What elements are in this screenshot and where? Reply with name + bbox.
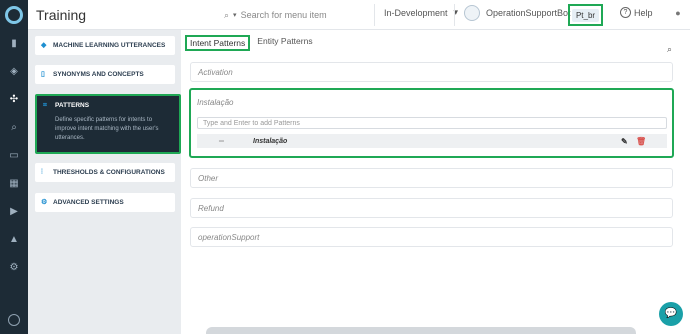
account-icon[interactable] xyxy=(8,314,20,326)
user-icon[interactable]: ● xyxy=(672,7,684,19)
tab-intent-patterns[interactable]: Intent Patterns xyxy=(185,35,251,51)
menu-description: Define specific patterns for intents to … xyxy=(55,117,159,141)
intent-section-instalacao[interactable]: Instalação Type and Enter to add Pattern… xyxy=(189,88,674,158)
menu-label: THRESHOLDS & CONFIGURATIONS xyxy=(53,169,165,176)
patterns-icon: ⌗ xyxy=(43,102,47,109)
bot-name: OperationSupportBot xyxy=(486,8,571,18)
divider xyxy=(374,4,375,26)
ml-icon: ◆ xyxy=(41,42,47,49)
intent-name: Other xyxy=(198,173,219,183)
menu-patterns[interactable]: ⌗ PATTERNS Define specific patterns for … xyxy=(35,94,181,154)
help-button[interactable]: ? Help xyxy=(620,7,653,18)
chat-icon[interactable]: ▭ xyxy=(8,150,20,162)
book-icon: ▯ xyxy=(41,71,45,78)
intent-name: Activation xyxy=(198,67,233,77)
top-bar: Training ⌕ ▾ Search for menu item In-Dev… xyxy=(28,0,690,30)
bot-builder-icon[interactable]: ◈ xyxy=(8,66,20,78)
gear-icon: ⚙ xyxy=(41,199,48,206)
app-root: ▮ ◈ ✣ ⌕ ▭ ▦ ▶ ▲ ⚙ Training ⌕ ▾ Search fo… xyxy=(0,0,690,334)
intent-section-refund[interactable]: Refund xyxy=(190,198,673,218)
menu-label: MACHINE LEARNING UTTERANCES xyxy=(53,42,166,49)
search-icon[interactable]: ⌕ xyxy=(667,44,672,55)
divider xyxy=(454,4,455,26)
intent-name: Instalação xyxy=(197,98,234,107)
drag-handle-icon[interactable]: ═ xyxy=(219,138,224,145)
intent-section-activation[interactable]: Activation xyxy=(190,62,673,82)
menu-label: ADVANCED SETTINGS xyxy=(53,199,124,206)
pattern-text: Instalação xyxy=(253,137,288,145)
sliders-icon: ⫶ xyxy=(41,169,43,176)
intent-section-operationsupport[interactable]: operationSupport xyxy=(190,227,673,247)
menu-search[interactable]: ⌕ ▾ Search for menu item xyxy=(224,7,394,23)
language-selector[interactable]: Pt_br xyxy=(568,4,603,26)
help-label: Help xyxy=(634,7,653,18)
chevron-down-icon: ▾ xyxy=(233,12,237,19)
left-nav-rail: ▮ ◈ ✣ ⌕ ▭ ▦ ▶ ▲ ⚙ xyxy=(0,0,28,334)
environment-label: In-Development xyxy=(384,7,448,18)
menu-advanced-settings[interactable]: ⚙ ADVANCED SETTINGS xyxy=(35,193,175,212)
pattern-row: ═ Instalação ✎ 🗑 xyxy=(197,134,667,148)
chat-bubble-icon[interactable]: 💬 xyxy=(659,302,683,326)
bot-avatar xyxy=(464,5,480,21)
menu-label: PATTERNS xyxy=(55,102,90,109)
delete-icon[interactable]: 🗑 xyxy=(636,137,646,146)
language-label: Pt_br xyxy=(571,8,600,22)
app-logo-icon xyxy=(5,6,23,24)
menu-thresholds[interactable]: ⫶ THRESHOLDS & CONFIGURATIONS xyxy=(35,163,175,182)
help-icon: ? xyxy=(620,7,631,18)
environment-select[interactable]: In-Development ▾ xyxy=(384,7,458,18)
intent-section-other[interactable]: Other xyxy=(190,168,673,188)
intent-name: Refund xyxy=(198,203,224,213)
analytics-icon[interactable]: ▮ xyxy=(8,38,20,50)
search-input[interactable]: Search for menu item xyxy=(241,10,327,20)
chart-icon[interactable]: ▲ xyxy=(8,234,20,246)
nlp-icon[interactable]: ✣ xyxy=(8,94,20,106)
menu-synonyms[interactable]: ▯ SYNONYMS AND CONCEPTS xyxy=(35,65,175,84)
page-title: Training xyxy=(36,7,87,23)
search-icon: ⌕ xyxy=(224,9,230,20)
menu-label: SYNONYMS AND CONCEPTS xyxy=(53,71,144,78)
edit-icon[interactable]: ✎ xyxy=(621,137,628,146)
add-pattern-input[interactable]: Type and Enter to add Patterns xyxy=(197,117,667,130)
bottom-toolbar[interactable] xyxy=(206,327,636,334)
pattern-tabs: Intent Patterns Entity Patterns xyxy=(185,35,316,51)
intent-name: operationSupport xyxy=(198,232,260,242)
publish-icon[interactable]: ▶ xyxy=(8,206,20,218)
search-icon[interactable]: ⌕ xyxy=(8,122,20,134)
menu-ml-utterances[interactable]: ◆ MACHINE LEARNING UTTERANCES xyxy=(35,36,175,55)
training-side-menu: ◆ MACHINE LEARNING UTTERANCES ▯ SYNONYMS… xyxy=(28,30,181,334)
bot-selector[interactable]: OperationSupportBot xyxy=(464,5,571,21)
patterns-panel: Intent Patterns Entity Patterns ⌕ Activa… xyxy=(181,30,690,334)
apps-icon[interactable]: ▦ xyxy=(8,178,20,190)
tab-entity-patterns[interactable]: Entity Patterns xyxy=(254,35,315,51)
settings-icon[interactable]: ⚙ xyxy=(8,262,20,274)
